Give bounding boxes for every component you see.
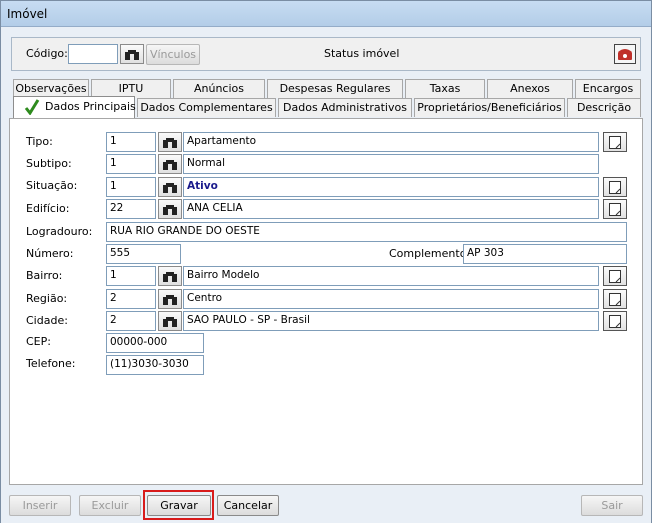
tipo-search-button[interactable] [158,132,182,152]
tipo-label: Tipo: [26,135,53,148]
cep-label: CEP: [26,335,51,348]
codigo-label: Código: [26,47,68,60]
tab-dados-complementares[interactable]: Dados Complementares [137,98,276,117]
tab-dados-principais[interactable]: Dados Principais [13,96,136,118]
tab-taxas[interactable]: Taxas [405,79,485,98]
regiao-label: Região: [26,292,68,305]
tab-proprietarios-beneficiarios[interactable]: Proprietários/Beneficiários [414,98,565,117]
regiao-code-input[interactable]: 2 [106,289,156,309]
logradouro-label: Logradouro: [26,225,93,238]
inserir-button[interactable]: Inserir [9,495,71,516]
regiao-search-button[interactable] [158,289,182,309]
bairro-label: Bairro: [26,269,63,282]
cancelar-button[interactable]: Cancelar [217,495,279,516]
situacao-detail-button[interactable] [603,177,627,197]
document-icon [609,136,621,149]
status-imovel-label: Status imóvel [324,47,400,60]
cidade-code-input[interactable]: 2 [106,311,156,331]
edificio-description: ANA CELIA [183,199,599,219]
tab-anuncios[interactable]: Anúncios [173,79,265,98]
binoculars-icon [163,317,177,327]
action-bar: Inserir Excluir Gravar Cancelar Sair [1,489,651,523]
tab-despesas-regulares[interactable]: Despesas Regulares [267,79,403,98]
imovel-window: Imóvel Código: Vínculos Status imóvel Ob… [0,0,652,523]
dados-principais-panel: Tipo: 1 Apartamento Subtipo: 1 Normal Si… [9,118,643,485]
regiao-detail-button[interactable] [603,289,627,309]
situacao-code-input[interactable]: 1 [106,177,156,197]
tab-descricao[interactable]: Descrição [567,98,641,117]
binoculars-icon [163,160,177,170]
checkmark-icon [24,99,40,115]
window-title: Imóvel [7,7,48,21]
binoculars-icon [163,138,177,148]
cidade-detail-button[interactable] [603,311,627,331]
sair-button[interactable]: Sair [581,495,643,516]
situacao-description: Ativo [183,177,599,197]
tab-encargos[interactable]: Encargos [575,79,641,98]
bairro-code-input[interactable]: 1 [106,266,156,286]
subtipo-search-button[interactable] [158,154,182,174]
numero-input[interactable]: 555 [106,244,181,264]
document-icon [609,270,621,283]
binoculars-icon [125,50,139,60]
edificio-detail-button[interactable] [603,199,627,219]
bairro-detail-button[interactable] [603,266,627,286]
telephone-button[interactable] [614,44,636,64]
subtipo-label: Subtipo: [26,157,72,170]
telephone-icon [618,49,632,60]
bairro-description: Bairro Modelo [183,266,599,286]
tab-anexos[interactable]: Anexos [487,79,573,98]
codigo-search-button[interactable] [120,44,144,64]
logradouro-input[interactable]: RUA RIO GRANDE DO OESTE [106,222,627,242]
excluir-button[interactable]: Excluir [79,495,141,516]
cep-input[interactable]: 00000-000 [106,333,204,353]
codigo-input[interactable] [68,44,118,64]
situacao-label: Situação: [26,179,78,192]
gravar-highlight-box [143,490,214,520]
complemento-label: Complemento: [389,247,471,260]
tipo-code-input[interactable]: 1 [106,132,156,152]
binoculars-icon [163,272,177,282]
cidade-description: SAO PAULO - SP - Brasil [183,311,599,331]
binoculars-icon [163,205,177,215]
tab-row-bottom: Dados Principais Dados Complementares Da… [1,96,652,118]
regiao-description: Centro [183,289,599,309]
cidade-label: Cidade: [26,314,68,327]
binoculars-icon [163,295,177,305]
subtipo-description: Normal [183,154,599,174]
telefone-label: Telefone: [26,357,76,370]
cidade-search-button[interactable] [158,311,182,331]
vinculos-button[interactable]: Vínculos [146,44,200,65]
edificio-search-button[interactable] [158,199,182,219]
tab-dados-administrativos[interactable]: Dados Administrativos [278,98,412,117]
edificio-label: Edifício: [26,202,70,215]
binoculars-icon [163,183,177,193]
telefone-input[interactable]: (11)3030-3030 [106,355,204,375]
header-box: Código: Vínculos Status imóvel [11,37,641,71]
tipo-description: Apartamento [183,132,599,152]
bairro-search-button[interactable] [158,266,182,286]
subtipo-code-input[interactable]: 1 [106,154,156,174]
tipo-detail-button[interactable] [603,132,627,152]
tab-dados-principais-label: Dados Principais [45,100,136,113]
situacao-search-button[interactable] [158,177,182,197]
edificio-code-input[interactable]: 22 [106,199,156,219]
document-icon [609,315,621,328]
complemento-input[interactable]: AP 303 [463,244,627,264]
title-bar: Imóvel [1,1,651,27]
document-icon [609,293,621,306]
document-icon [609,203,621,216]
numero-label: Número: [26,247,74,260]
document-icon [609,181,621,194]
